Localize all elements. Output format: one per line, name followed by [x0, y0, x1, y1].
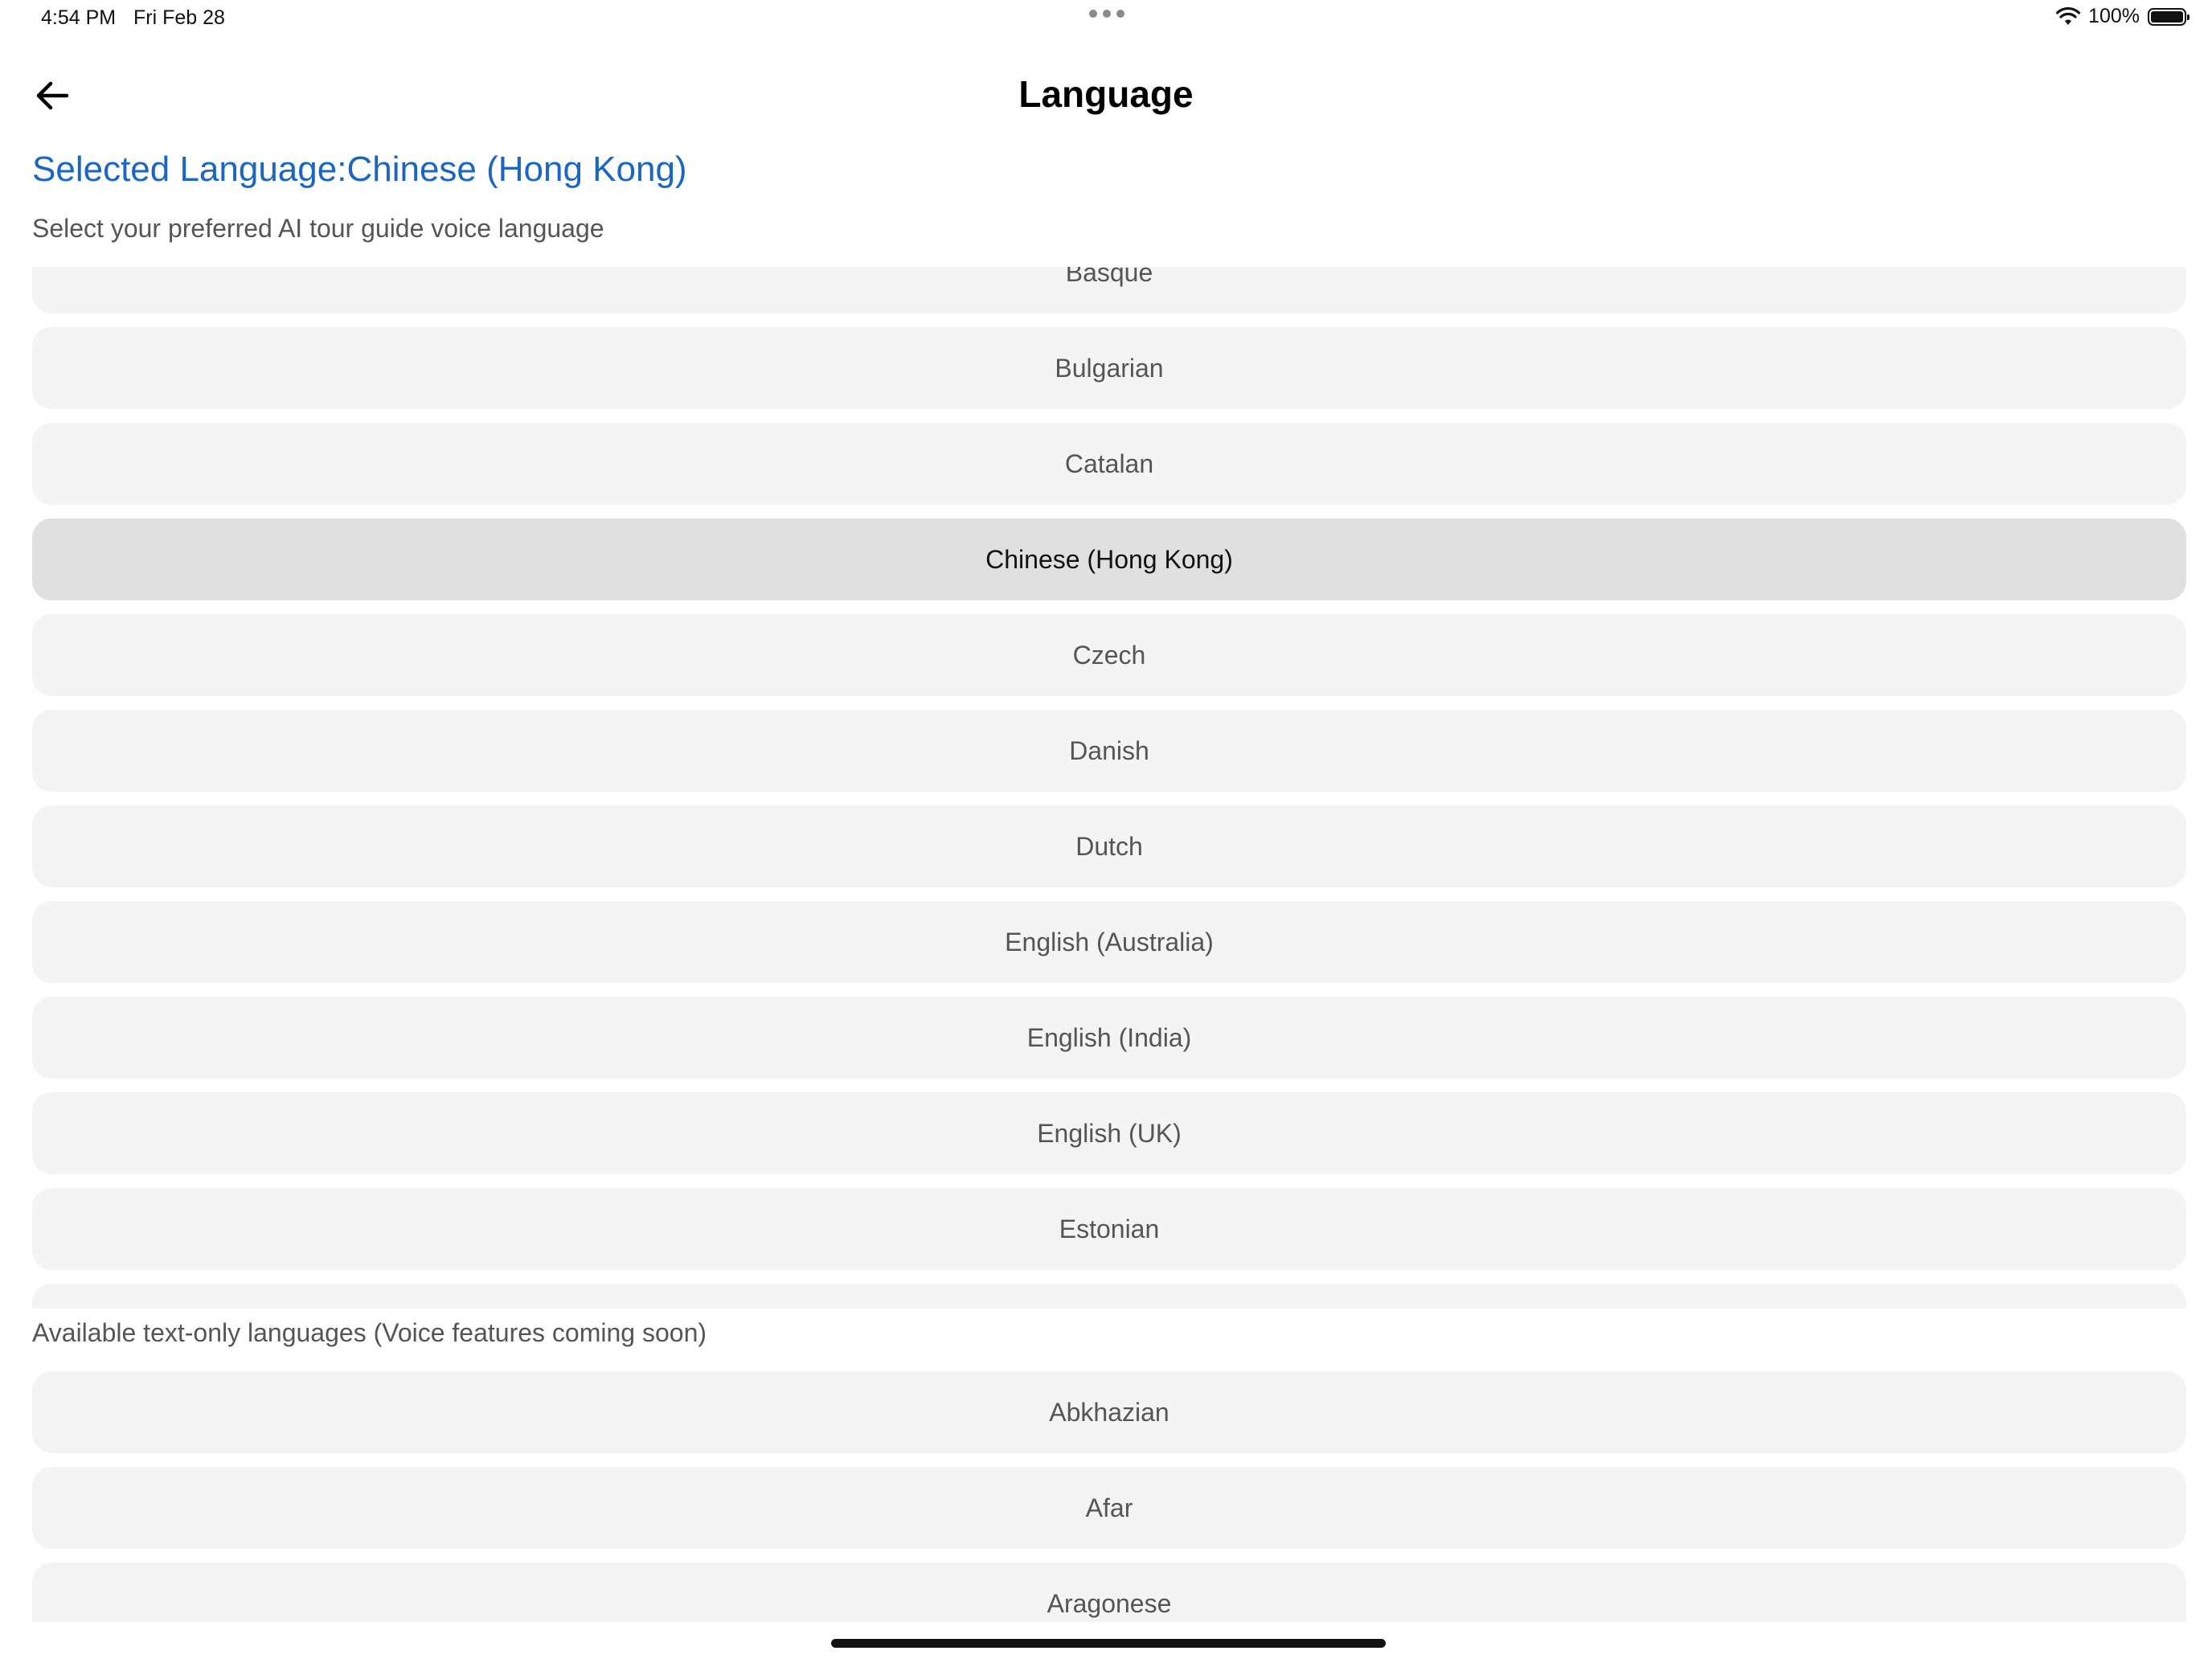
multitask-dots-icon[interactable]	[1089, 10, 1124, 18]
language-item-label: Czech	[1072, 640, 1146, 670]
language-item-catalan[interactable]: Catalan	[32, 423, 2186, 505]
voice-language-list[interactable]: Basque Bulgarian Catalan Chinese (Hong Kong…	[32, 267, 2186, 1309]
language-item-label: Chinese (Hong Kong)	[985, 544, 1233, 574]
language-item-english-australia[interactable]: English (Australia)	[32, 901, 2186, 983]
text-only-language-list[interactable]: Abkhazian Afar Aragonese	[32, 1371, 2186, 1622]
language-item-dutch[interactable]: Dutch	[32, 805, 2186, 887]
language-item-label: Aragonese	[1047, 1588, 1172, 1618]
language-item-label: Estonian	[1059, 1214, 1160, 1243]
language-item-partial[interactable]	[32, 1284, 2186, 1309]
status-date: Fri Feb 28	[133, 6, 225, 29]
status-indicators: 100%	[2056, 5, 2189, 28]
language-item-label: Bulgarian	[1055, 353, 1164, 383]
home-indicator[interactable]	[831, 1639, 1386, 1648]
language-item-chinese-hong-kong[interactable]: Chinese (Hong Kong)	[32, 518, 2186, 600]
language-item-label: Catalan	[1064, 449, 1154, 478]
language-item-bulgarian[interactable]: Bulgarian	[32, 327, 2186, 409]
language-item-label: Afar	[1085, 1493, 1133, 1522]
language-item-label: English (Australia)	[1005, 927, 1214, 956]
page-subtitle: Select your preferred AI tour guide voic…	[32, 214, 604, 243]
language-item-english-india[interactable]: English (India)	[32, 997, 2186, 1079]
selected-language-heading: Selected Language:Chinese (Hong Kong)	[32, 150, 687, 189]
language-item-label: English (India)	[1026, 1022, 1192, 1052]
battery-percent: 100%	[2088, 5, 2140, 27]
status-time: 4:54 PM	[41, 6, 117, 29]
language-item-label: Abkhazian	[1049, 1397, 1169, 1427]
page-title: Language	[1018, 73, 1194, 115]
language-item-label: Danish	[1069, 735, 1149, 765]
language-item-english-uk[interactable]: English (UK)	[32, 1092, 2186, 1174]
language-item-abkhazian[interactable]: Abkhazian	[32, 1371, 2186, 1453]
text-only-heading: Available text-only languages (Voice fea…	[32, 1318, 707, 1347]
battery-icon	[2148, 7, 2189, 26]
language-item-label: Basque	[1065, 267, 1153, 287]
language-item-danish[interactable]: Danish	[32, 710, 2186, 792]
language-item-aragonese[interactable]: Aragonese	[32, 1563, 2186, 1622]
language-item-basque[interactable]: Basque	[32, 267, 2186, 313]
language-item-label: English (UK)	[1037, 1118, 1182, 1148]
language-item-czech[interactable]: Czech	[32, 614, 2186, 696]
language-item-estonian[interactable]: Estonian	[32, 1188, 2186, 1270]
language-item-label: Dutch	[1075, 831, 1143, 861]
language-item-afar[interactable]: Afar	[32, 1467, 2186, 1549]
wifi-icon	[2056, 6, 2081, 25]
